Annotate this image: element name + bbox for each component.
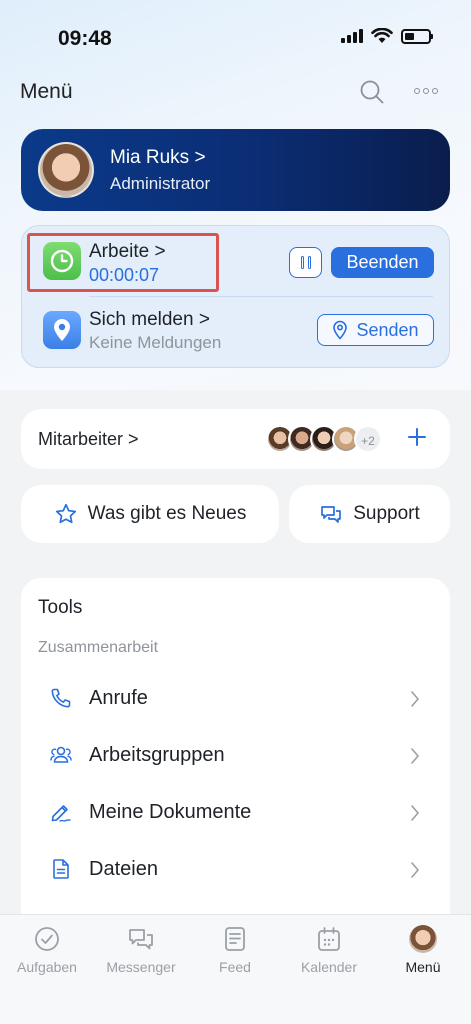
clock-icon bbox=[43, 242, 81, 280]
tab-messenger[interactable]: Messenger bbox=[94, 925, 188, 975]
tab-bar: Aufgaben Messenger Feed Kalender Menü bbox=[0, 914, 471, 1024]
chevron-right-icon bbox=[411, 862, 420, 878]
wifi-icon bbox=[371, 28, 393, 43]
profile-name: Mia Ruks > bbox=[110, 147, 206, 168]
status-icons bbox=[341, 28, 433, 44]
employees-card[interactable]: Mitarbeiter > +2 bbox=[21, 409, 450, 469]
phone-icon bbox=[51, 688, 71, 708]
location-icon bbox=[333, 320, 348, 340]
support-button[interactable]: Support bbox=[289, 485, 450, 543]
report-status: Keine Meldungen bbox=[89, 333, 222, 352]
avatar bbox=[38, 142, 94, 198]
chevron-right-icon bbox=[411, 805, 420, 821]
end-button[interactable]: Beenden bbox=[331, 247, 434, 278]
status-time: 09:48 bbox=[58, 27, 112, 50]
divider bbox=[89, 296, 433, 297]
tab-label: Menü bbox=[405, 959, 441, 975]
status-bar: 09:48 bbox=[0, 0, 471, 78]
tools-section-label: Zusammenarbeit bbox=[38, 639, 159, 656]
support-chat-icon bbox=[321, 506, 342, 523]
header: Menü bbox=[0, 78, 471, 108]
profile-role: Administrator bbox=[110, 174, 211, 193]
avatar bbox=[409, 925, 437, 953]
file-icon bbox=[53, 859, 69, 879]
tool-item-files[interactable]: Dateien bbox=[21, 844, 450, 896]
tool-label: Dateien bbox=[89, 858, 158, 880]
location-pin-icon bbox=[43, 311, 81, 349]
tab-menu[interactable]: Menü bbox=[376, 925, 470, 975]
tool-item-documents[interactable]: Meine Dokumente bbox=[21, 787, 450, 839]
check-circle-icon bbox=[35, 927, 59, 951]
support-content: Support bbox=[289, 485, 450, 543]
tools-card: Tools Zusammenarbeit Anrufe Arbeitsgrupp… bbox=[21, 578, 450, 938]
work-timer: 00:00:07 bbox=[89, 265, 160, 285]
more-icon[interactable] bbox=[414, 84, 442, 98]
search-icon[interactable] bbox=[358, 78, 386, 106]
news-button[interactable]: Was gibt es Neues bbox=[21, 485, 279, 543]
add-employee-icon[interactable] bbox=[406, 426, 428, 448]
chat-icon bbox=[129, 929, 153, 950]
tab-tasks[interactable]: Aufgaben bbox=[0, 925, 94, 975]
tools-title: Tools bbox=[38, 597, 83, 618]
signal-icon bbox=[341, 29, 363, 43]
tool-label: Arbeitsgruppen bbox=[89, 744, 225, 766]
tab-label: Messenger bbox=[106, 959, 176, 975]
page-title: Menü bbox=[20, 80, 73, 103]
calendar-icon bbox=[318, 927, 340, 951]
work-status-link[interactable]: Arbeite > bbox=[89, 241, 166, 263]
tab-calendar[interactable]: Kalender bbox=[282, 925, 376, 975]
tab-feed[interactable]: Feed bbox=[188, 925, 282, 975]
pen-icon bbox=[51, 805, 71, 822]
pause-button[interactable] bbox=[289, 247, 322, 278]
chevron-right-icon bbox=[411, 748, 420, 764]
employee-avatars: +2 bbox=[266, 425, 382, 453]
employees-label: Mitarbeiter > bbox=[38, 429, 139, 449]
tool-item-calls[interactable]: Anrufe bbox=[21, 673, 450, 725]
battery-icon bbox=[401, 28, 433, 44]
news-content: Was gibt es Neues bbox=[21, 485, 279, 543]
tool-item-workgroups[interactable]: Arbeitsgruppen bbox=[21, 730, 450, 782]
star-icon bbox=[55, 503, 76, 524]
report-link[interactable]: Sich melden > bbox=[89, 309, 210, 331]
tab-label: Kalender bbox=[300, 959, 358, 975]
send-label: Senden bbox=[356, 319, 419, 340]
feed-icon bbox=[225, 927, 245, 951]
news-label: Was gibt es Neues bbox=[87, 503, 247, 524]
more-employees-badge[interactable]: +2 bbox=[354, 425, 382, 453]
chevron-right-icon bbox=[411, 691, 420, 707]
support-label: Support bbox=[353, 503, 420, 524]
tab-label: Aufgaben bbox=[17, 959, 77, 975]
profile-card[interactable]: Mia Ruks > Administrator bbox=[21, 129, 450, 211]
tool-label: Anrufe bbox=[89, 687, 148, 709]
tool-label: Meine Dokumente bbox=[89, 801, 252, 823]
tab-label: Feed bbox=[219, 959, 251, 975]
group-icon bbox=[50, 746, 72, 763]
send-button[interactable]: Senden bbox=[317, 314, 434, 346]
